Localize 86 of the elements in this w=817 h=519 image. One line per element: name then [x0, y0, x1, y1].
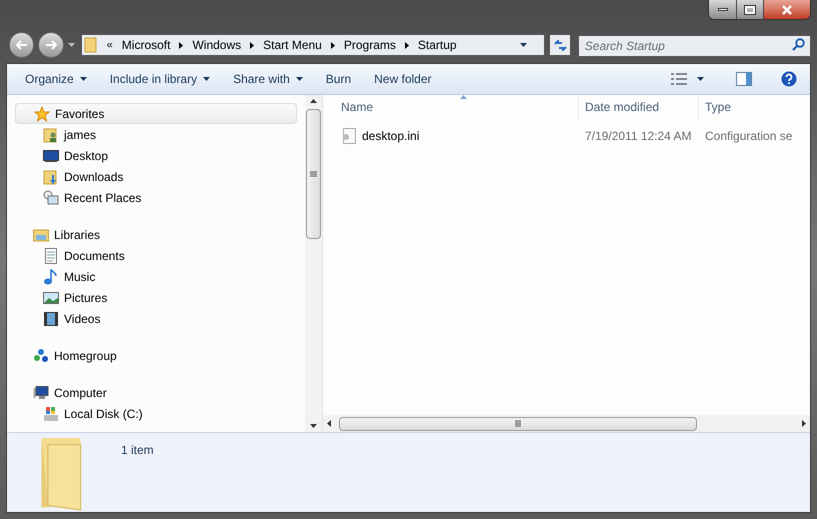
overflow-chevrons[interactable]: «: [106, 36, 113, 54]
forward-arrow-icon: [44, 40, 57, 50]
download-folder-icon: [43, 168, 59, 184]
close-icon: [781, 4, 793, 14]
file-row[interactable]: desktop.ini 7/19/2011 12:24 AM Configuration se: [323, 125, 810, 147]
grip-icon: [515, 420, 521, 427]
refresh-button[interactable]: [549, 34, 571, 56]
date-cell-text: 7/19/2011 12:24 AM: [584, 128, 693, 145]
column-header[interactable]: Type: [699, 95, 810, 119]
scroll-left-icon: [327, 420, 331, 427]
disk-icon: [43, 406, 59, 422]
grip-icon: [310, 171, 317, 177]
scroll-right-icon: [802, 420, 806, 427]
column-header[interactable]: Date modified: [579, 95, 699, 119]
music-note-icon: [43, 268, 59, 284]
item-count: 1 item: [121, 442, 154, 459]
preview-pane-icon: [736, 72, 752, 86]
close-button[interactable]: [764, 0, 810, 19]
folder-icon: [39, 437, 83, 511]
column-header[interactable]: Name: [323, 95, 579, 119]
nav-item[interactable]: Videos: [7, 308, 305, 329]
computer-icon: [33, 384, 49, 400]
vertical-scrollbar[interactable]: [305, 95, 322, 432]
recent-places-icon: [43, 190, 59, 206]
scrollbar-thumb[interactable]: [306, 109, 321, 239]
maximize-icon: [745, 6, 755, 14]
sort-arrow-icon: [460, 95, 467, 99]
chevron-icon: [250, 42, 254, 48]
scroll-down-icon: [310, 424, 317, 428]
nav-item[interactable]: Downloads: [7, 166, 305, 187]
nav-item[interactable]: Recent Places: [7, 187, 305, 208]
pictures-icon: [43, 290, 59, 306]
nav-item[interactable]: Local Disk (C:): [7, 403, 305, 424]
back-button[interactable]: [9, 32, 34, 58]
nav-item[interactable]: Music: [7, 266, 305, 287]
nav-item[interactable]: Desktop: [7, 145, 305, 166]
nav-group-header[interactable]: Computer: [7, 382, 305, 403]
library-folder-icon: [33, 226, 49, 242]
nav-group-header[interactable]: Homegroup: [7, 345, 305, 366]
search-icon: [792, 38, 806, 51]
caret-icon: [80, 77, 87, 81]
nav-item[interactable]: Documents: [7, 245, 305, 266]
help-icon: [781, 71, 797, 87]
breadcrumb-item[interactable]: Windows: [192, 36, 242, 54]
homegroup-icon: [33, 348, 49, 364]
nav-group-header[interactable]: Libraries: [7, 224, 305, 245]
caret-icon: [203, 77, 210, 81]
film-icon: [43, 310, 59, 326]
breadcrumb-item[interactable]: Microsoft: [122, 36, 170, 54]
type-cell-text: Configuration se: [704, 128, 794, 145]
toolbar-button[interactable]: Share with: [227, 67, 309, 91]
caret-icon: [520, 43, 528, 47]
caret-icon: [68, 43, 75, 47]
nav-item[interactable]: Pictures: [7, 287, 305, 308]
back-arrow-icon: [16, 40, 28, 50]
breadcrumb-item[interactable]: Programs: [344, 36, 396, 54]
forward-button[interactable]: [38, 32, 64, 58]
document-icon: [43, 248, 59, 264]
address-bar[interactable]: « Microsoft Windows Start Menu Programs Startup: [80, 34, 546, 56]
folder-icon: [84, 37, 98, 53]
chevron-icon: [330, 42, 335, 48]
minimize-icon: [718, 8, 728, 11]
chevron-icon: [404, 42, 409, 48]
star-icon: [34, 106, 50, 122]
chevron-icon: [179, 42, 184, 48]
file-name: desktop.ini: [362, 128, 420, 145]
maximize-button[interactable]: [737, 0, 764, 19]
list-view-icon: [671, 73, 687, 85]
search-field[interactable]: Search Startup: [578, 35, 812, 57]
scroll-up-icon: [310, 99, 317, 103]
user-folder-icon: [43, 126, 59, 142]
breadcrumb-item[interactable]: Startup: [418, 36, 457, 54]
nav-item[interactable]: james: [7, 124, 305, 145]
toolbar-button[interactable]: Organize: [19, 67, 93, 91]
caret-icon: [697, 77, 704, 81]
caret-icon: [296, 77, 303, 81]
horizontal-scrollbar[interactable]: [323, 415, 810, 432]
minimize-button[interactable]: [709, 0, 737, 19]
toolbar-button[interactable]: Burn: [320, 67, 358, 91]
nav-group-header[interactable]: Favorites: [15, 103, 297, 124]
toolbar-button[interactable]: New folder: [368, 67, 438, 91]
toolbar-button[interactable]: Include in library: [104, 67, 216, 91]
scrollbar-thumb[interactable]: [339, 416, 697, 430]
desktop-icon: [43, 148, 59, 164]
breadcrumb-item[interactable]: Start Menu: [263, 36, 322, 54]
refresh-icon: [554, 40, 567, 50]
